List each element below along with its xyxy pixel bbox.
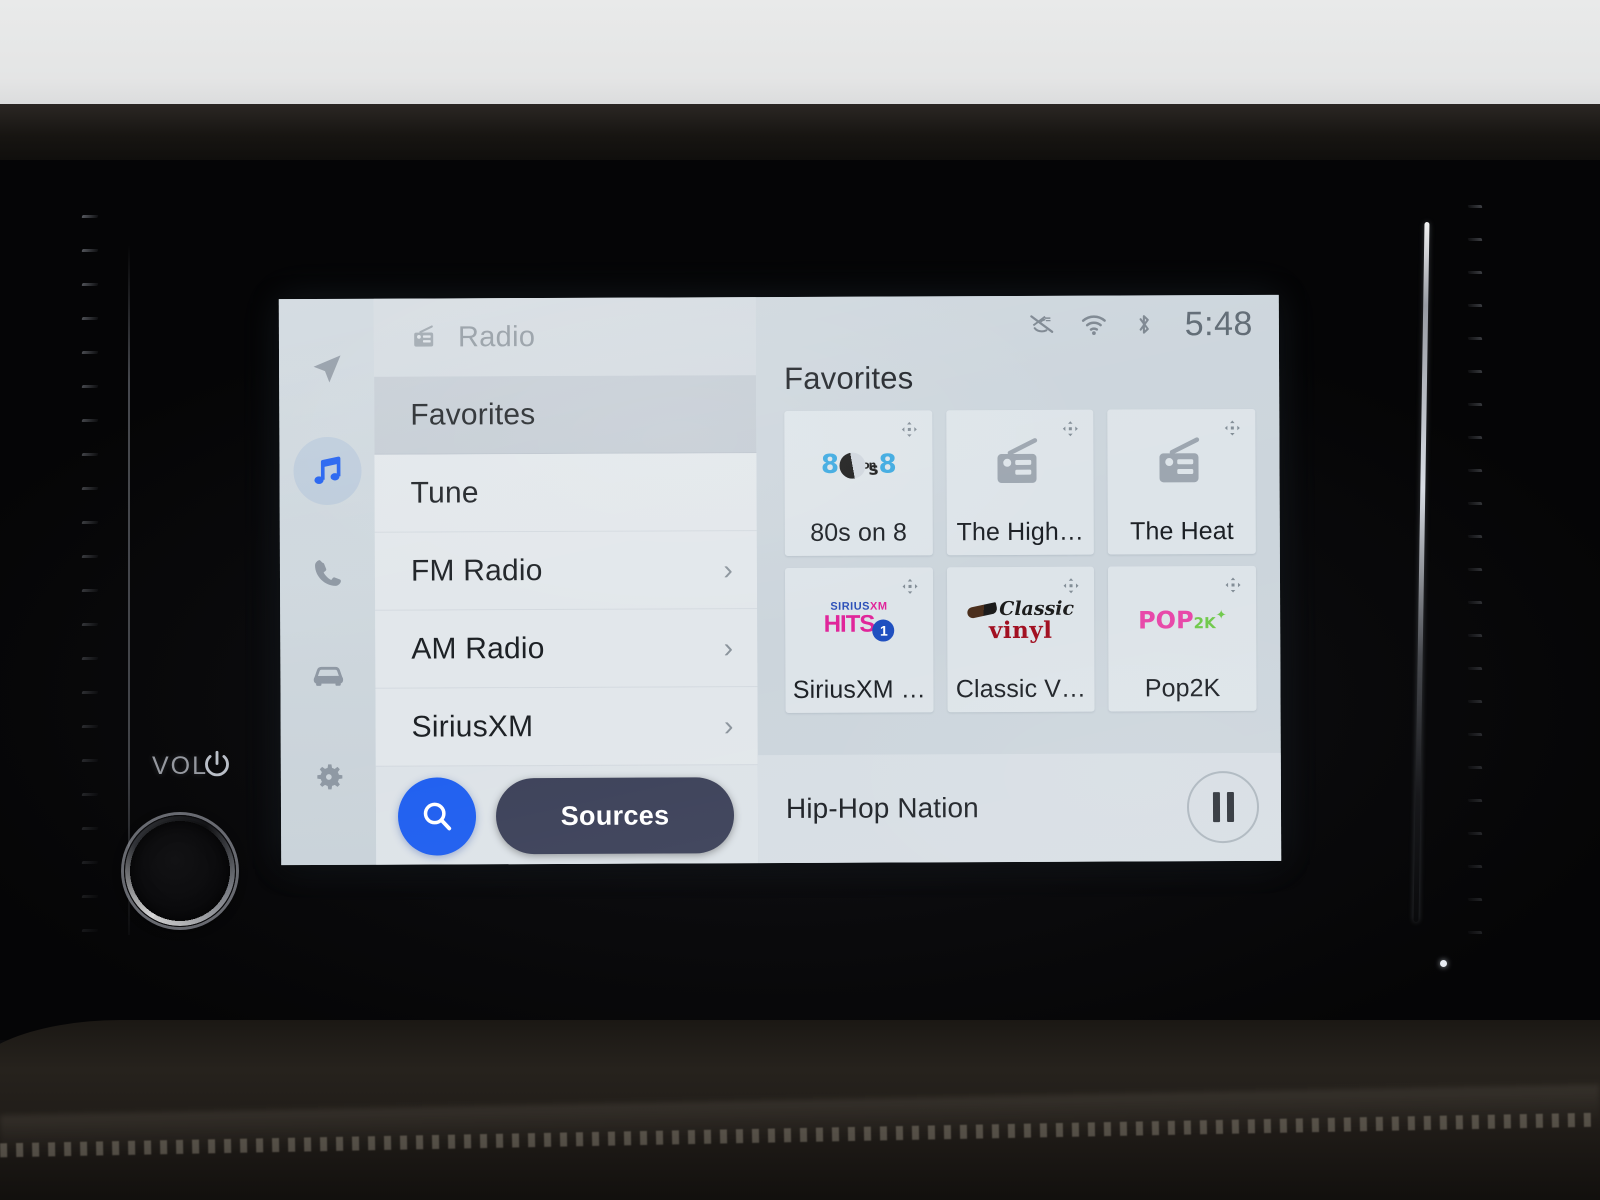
list-item-label: FM Radio [410, 553, 543, 588]
pause-icon [1226, 792, 1234, 823]
pause-button[interactable] [1186, 770, 1260, 844]
air-vent-right [1467, 205, 1494, 975]
panel-action-bar[interactable]: Sources [375, 767, 759, 865]
radio-menu-panel[interactable]: Radio Favorites Tune FM Radio › AM Radio › Sir… [373, 297, 759, 865]
sidebar-item-phone[interactable] [293, 539, 361, 607]
favorite-tile[interactable]: The High… [945, 409, 1095, 556]
bluetooth-icon [1139, 315, 1149, 334]
power-icon[interactable] [199, 747, 235, 783]
list-item[interactable]: AM Radio › [375, 609, 758, 689]
chevron-right-icon: › [723, 631, 734, 663]
volume-knob[interactable] [124, 815, 236, 927]
gear-icon [316, 764, 342, 790]
sources-button[interactable]: Sources [495, 777, 735, 855]
move-handle-icon[interactable] [1062, 577, 1080, 595]
favorites-panel[interactable]: 5:48 Favorites 8 on s 8 80s on 8 The High… The… [755, 294, 1282, 864]
favorite-tile[interactable]: The Heat [1107, 408, 1256, 555]
favorite-tile[interactable]: 8 on s 8 80s on 8 [784, 410, 933, 556]
move-handle-icon[interactable] [1223, 419, 1241, 437]
favorite-tile-label: Classic V… [955, 674, 1087, 704]
sidebar-item-media[interactable] [292, 436, 362, 506]
car-icon [313, 666, 343, 686]
panel-header: Radio [373, 297, 757, 377]
favorite-tile-label: SiriusXM … [792, 675, 926, 704]
infotainment-screen[interactable]: Radio Favorites Tune FM Radio › AM Radio › Sir… [278, 294, 1282, 866]
list-item[interactable]: Tune [374, 453, 757, 533]
trim-seam-left [128, 245, 130, 935]
move-handle-icon[interactable] [900, 420, 918, 438]
radio-icon [414, 325, 434, 347]
phone-icon [314, 560, 341, 586]
favorite-tile-label: The High… [956, 517, 1085, 547]
favorite-tile[interactable]: SIRIUSXM HITS 1 SiriusXM … [784, 567, 934, 713]
list-item[interactable]: SiriusXM › [375, 687, 758, 767]
trim-highlight-dot [1440, 960, 1447, 967]
list-item-label: Favorites [410, 397, 536, 432]
clock: 5:48 [1184, 304, 1253, 343]
list-item-label: AM Radio [411, 631, 545, 666]
navigation-arrow-icon [313, 355, 341, 383]
chevron-right-icon: › [724, 709, 734, 741]
now-playing-bar[interactable]: Hip-Hop Nation [757, 752, 1282, 864]
list-item[interactable]: FM Radio › [374, 531, 758, 611]
move-handle-icon[interactable] [1224, 576, 1242, 594]
list-item-label: SiriusXM [411, 709, 534, 744]
pause-icon [1212, 792, 1220, 823]
move-handle-icon[interactable] [901, 577, 919, 595]
windshield-area [0, 0, 1600, 112]
radio-menu-list[interactable]: Favorites Tune FM Radio › AM Radio › SiriusXM › [374, 375, 758, 767]
favorites-grid[interactable]: 8 on s 8 80s on 8 The High… The Heat SIRIUSXM HI… [756, 408, 1280, 713]
sidebar-item-settings[interactable] [294, 743, 362, 811]
now-playing-title: Hip-Hop Nation [785, 792, 979, 824]
favorite-tile-label: Pop2K [1144, 674, 1221, 703]
wifi-icon [1081, 315, 1106, 336]
air-vent-left [81, 215, 108, 955]
list-item[interactable]: Favorites [374, 375, 757, 455]
favorite-tile[interactable]: Classic vinyl Classic V… [946, 566, 1095, 713]
sidebar-item-vehicle[interactable] [294, 641, 362, 709]
music-note-icon [313, 456, 340, 484]
list-item-label: Tune [410, 475, 479, 510]
favorite-tile-label: 80s on 8 [810, 518, 908, 547]
panel-header-label: Radio [457, 320, 536, 353]
car-interior-scene: VOL Radio Favorites Tune FM Radio › AM R… [0, 0, 1600, 1200]
sidebar-item-navigation[interactable] [292, 335, 360, 403]
search-icon [423, 802, 452, 831]
favorite-tile[interactable]: POP2K✦ Pop2K [1108, 565, 1257, 712]
move-handle-icon[interactable] [1062, 420, 1080, 438]
status-bar: 5:48 [756, 295, 1279, 355]
app-rail[interactable] [278, 298, 377, 866]
favorite-tile-label: The Heat [1130, 517, 1234, 546]
chevron-right-icon: › [723, 553, 734, 585]
search-button[interactable] [397, 777, 477, 856]
page-title: Favorites [784, 360, 914, 396]
mic-muted-icon [1030, 315, 1054, 333]
